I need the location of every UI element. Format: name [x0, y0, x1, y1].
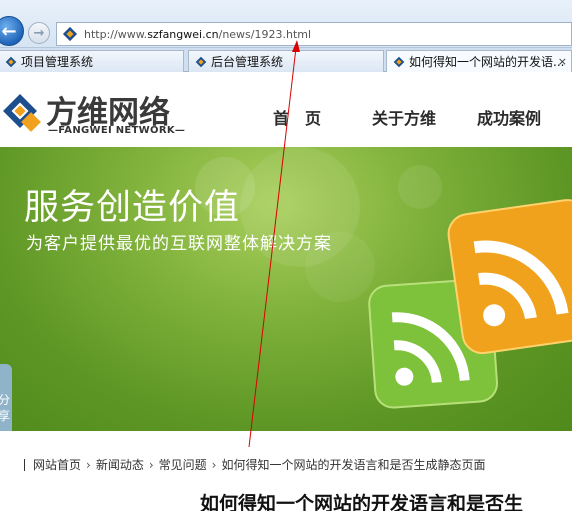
article-title: 如何得知一个网站的开发语言和是否生 — [200, 493, 524, 511]
logo-subtitle: —FANGWEI NETWORK— — [48, 125, 186, 136]
site-favicon-icon — [393, 56, 405, 67]
tab-bar: 项目管理系统 后台管理系统 如何得知一个网站的开发语... × — [0, 48, 572, 72]
url-path: /news/1923.html — [218, 27, 312, 41]
site-favicon-icon — [5, 56, 17, 67]
breadcrumb-news[interactable]: 新闻动态 — [96, 456, 144, 473]
nav-about[interactable]: 关于方维 — [372, 105, 436, 129]
banner-subtitle: 为客户提供最优的互联网整体解决方案 — [26, 234, 332, 254]
hero-banner: 服务创造价值 为客户提供最优的互联网整体解决方案 分 享 — [0, 147, 572, 431]
breadcrumb-separator: › — [148, 457, 154, 472]
site-favicon-icon — [195, 56, 207, 67]
web-page: 方维网络 —FANGWEI NETWORK— 首 页 关于方维 成功案例 服务创… — [0, 73, 572, 511]
share-label-1: 分 — [0, 393, 10, 407]
url-prefix: http://www. — [84, 27, 148, 41]
browser-toolbar: ← → http://www.szfangwei.cn/news/1923.ht… — [0, 0, 572, 48]
back-button[interactable]: ← — [0, 16, 24, 46]
banner-title: 服务创造价值 — [24, 188, 241, 228]
breadcrumb-separator: › — [211, 457, 217, 472]
tab-project-management[interactable]: 项目管理系统 — [0, 50, 184, 72]
tab-current-article[interactable]: 如何得知一个网站的开发语... × — [386, 50, 572, 72]
breadcrumb-home[interactable]: 网站首页 — [33, 456, 81, 473]
nav-home[interactable]: 首 页 — [273, 105, 321, 129]
address-bar[interactable]: http://www.szfangwei.cn/news/1923.html — [56, 22, 572, 46]
nav-cases[interactable]: 成功案例 — [477, 105, 541, 129]
breadcrumb-faq[interactable]: 常见问题 — [159, 456, 207, 473]
arrow-right-icon: → — [33, 25, 45, 41]
url-text: http://www.szfangwei.cn/news/1923.html — [84, 28, 311, 41]
site-favicon-icon — [62, 26, 78, 42]
tab-label: 后台管理系统 — [211, 55, 284, 69]
breadcrumb: 网站首页 › 新闻动态 › 常见问题 › 如何得知一个网站的开发语言和是否生成静… — [24, 456, 486, 473]
breadcrumb-separator: › — [86, 457, 91, 472]
tab-admin-system[interactable]: 后台管理系统 — [188, 50, 384, 72]
tab-label: 如何得知一个网站的开发语... — [409, 55, 565, 69]
site-header: 方维网络 —FANGWEI NETWORK— 首 页 关于方维 成功案例 — [0, 73, 572, 147]
url-domain: szfangwei.cn — [147, 27, 219, 41]
tab-label: 项目管理系统 — [21, 55, 94, 69]
rss-orange-icon — [447, 199, 572, 355]
breadcrumb-current[interactable]: 如何得知一个网站的开发语言和是否生成静态页面 — [221, 456, 485, 473]
share-button[interactable]: 分 享 — [0, 364, 12, 431]
close-icon[interactable]: × — [558, 55, 567, 68]
arrow-left-icon: ← — [1, 20, 17, 42]
share-label-2: 享 — [0, 409, 10, 423]
fangwei-logo-icon[interactable] — [0, 91, 44, 135]
forward-button[interactable]: → — [28, 22, 50, 44]
breadcrumb-divider — [24, 458, 25, 471]
